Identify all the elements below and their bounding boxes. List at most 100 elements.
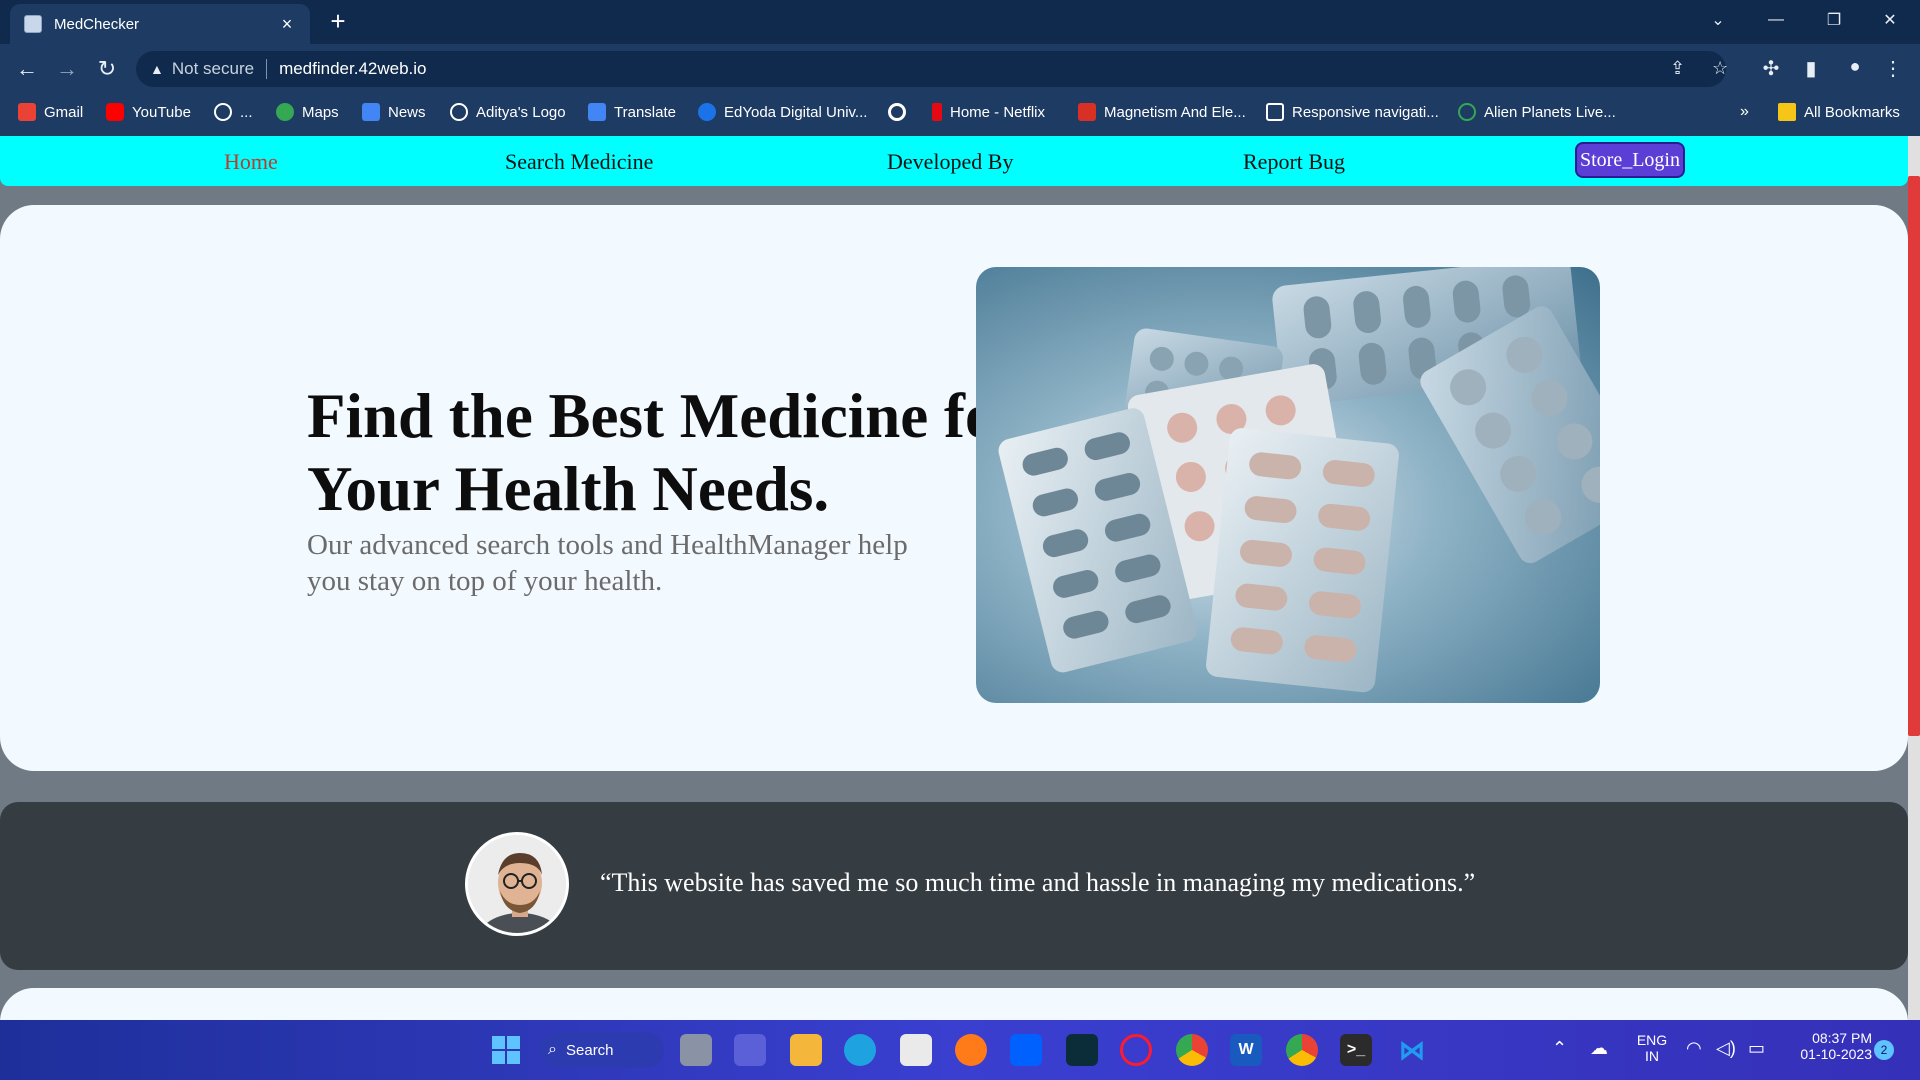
- edge-icon[interactable]: [844, 1034, 876, 1066]
- extensions-icon[interactable]: ✣: [1758, 56, 1784, 81]
- bookmarks-bar: Gmail YouTube ... Maps News Aditya's Log…: [0, 94, 1920, 136]
- battery-icon[interactable]: ▭: [1748, 1038, 1765, 1059]
- task-view-icon[interactable]: [680, 1034, 712, 1066]
- news-icon: [362, 103, 380, 121]
- bookmark-label: Magnetism And Ele...: [1104, 103, 1246, 121]
- minimize-button[interactable]: —: [1748, 0, 1804, 40]
- restore-button[interactable]: ❐: [1806, 0, 1862, 40]
- bookmark-maps[interactable]: Maps: [276, 94, 339, 130]
- file-explorer-icon[interactable]: [790, 1034, 822, 1066]
- bookmark-magnetism[interactable]: Magnetism And Ele...: [1078, 94, 1246, 130]
- teams-meet-icon[interactable]: [734, 1034, 766, 1066]
- warning-icon[interactable]: ▲: [150, 61, 164, 77]
- clock[interactable]: 08:37 PM 01-10-2023: [1782, 1030, 1872, 1062]
- chrome-profile-icon[interactable]: [1286, 1034, 1318, 1066]
- windows-start-icon[interactable]: [490, 1034, 522, 1066]
- notification-badge[interactable]: 2: [1874, 1040, 1894, 1060]
- taskbar-search[interactable]: ⌕ Search: [540, 1032, 664, 1068]
- url-text[interactable]: medfinder.42web.io: [279, 59, 426, 79]
- hero-subtitle: Our advanced search tools and HealthMana…: [307, 529, 908, 597]
- pills-illustration: [998, 267, 1600, 693]
- reload-icon[interactable]: ↻: [92, 54, 122, 84]
- tab-search-chevron-icon[interactable]: ⌄: [1690, 0, 1746, 40]
- medicine-blister-packs-image: [976, 267, 1600, 703]
- bookmark-globe[interactable]: ...: [214, 94, 253, 130]
- bookmark-star-icon[interactable]: ☆: [1712, 58, 1728, 79]
- page-scrollbar[interactable]: [1908, 136, 1920, 1020]
- terminal-icon[interactable]: >_: [1340, 1034, 1372, 1066]
- side-panel-icon[interactable]: ▮: [1798, 56, 1824, 81]
- microsoft-store-icon[interactable]: [900, 1034, 932, 1066]
- onedrive-icon[interactable]: ☁: [1590, 1038, 1608, 1059]
- word-icon[interactable]: W: [1230, 1034, 1262, 1066]
- avatar: [465, 832, 569, 936]
- bookmark-adityas-logo[interactable]: Aditya's Logo: [450, 94, 566, 130]
- omnibox-divider: [266, 59, 268, 79]
- clock-time: 08:37 PM: [1812, 1030, 1872, 1046]
- hero-section: Find the Best Medicine for Your Health N…: [0, 205, 1908, 771]
- testimonial-quote: “This website has saved me so much time …: [600, 868, 1476, 897]
- language-code: ENG: [1636, 1032, 1668, 1048]
- bookmark-alien-planets[interactable]: Alien Planets Live...: [1458, 94, 1616, 130]
- magnet-icon: [1078, 103, 1096, 121]
- folder-icon: [1778, 103, 1796, 121]
- profile-avatar-icon[interactable]: ●: [1842, 56, 1868, 77]
- opera-icon[interactable]: [1120, 1034, 1152, 1066]
- youtube-icon: [106, 103, 124, 121]
- maps-icon: [276, 103, 294, 121]
- testimonial-section: “This website has saved me so much time …: [0, 802, 1908, 970]
- tray-overflow-chevron-icon[interactable]: ⌃: [1552, 1038, 1567, 1059]
- nav-report-bug[interactable]: Report Bug: [1243, 149, 1345, 175]
- netflix-icon: [932, 103, 942, 121]
- bookmark-label: Home - Netflix: [950, 103, 1046, 121]
- close-tab-icon[interactable]: ×: [276, 14, 298, 35]
- more-bookmarks-chevron-icon[interactable]: »: [1740, 94, 1749, 130]
- clock-date: 01-10-2023: [1800, 1046, 1872, 1062]
- bookmark-google[interactable]: [888, 94, 914, 130]
- menu-kebab-icon[interactable]: ⋮: [1880, 56, 1906, 81]
- nav-search-medicine[interactable]: Search Medicine: [505, 149, 653, 175]
- bookmark-translate[interactable]: Translate: [588, 94, 676, 130]
- bookmark-label: Maps: [302, 103, 339, 121]
- bookmark-label: All Bookmarks: [1804, 103, 1900, 121]
- app-icon[interactable]: [1066, 1034, 1098, 1066]
- volume-icon[interactable]: ◁): [1716, 1038, 1736, 1059]
- bookmark-responsive-nav[interactable]: Responsive navigati...: [1266, 94, 1439, 130]
- back-arrow-icon[interactable]: ←: [12, 54, 42, 84]
- forward-arrow-icon[interactable]: →: [52, 54, 82, 84]
- bookmark-label: ...: [240, 103, 253, 121]
- chrome-icon[interactable]: [1176, 1034, 1208, 1066]
- codepen-icon: [1266, 103, 1284, 121]
- edyoda-icon: [698, 103, 716, 121]
- store-login-button[interactable]: Store_Login: [1575, 142, 1685, 178]
- share-icon[interactable]: ⇪: [1670, 58, 1685, 79]
- bookmark-netflix[interactable]: Home - Netflix: [932, 94, 1045, 130]
- bookmark-label: Translate: [614, 103, 676, 121]
- scrollbar-thumb[interactable]: [1908, 176, 1920, 736]
- language-indicator[interactable]: ENG IN: [1632, 1032, 1672, 1064]
- nav-developed-by[interactable]: Developed By: [887, 149, 1013, 175]
- tab-title: MedChecker: [54, 15, 140, 33]
- vscode-icon[interactable]: ⋈: [1396, 1034, 1428, 1066]
- bookmark-gmail[interactable]: Gmail: [18, 94, 83, 130]
- not-secure-label[interactable]: Not secure: [172, 59, 254, 79]
- bookmark-label: YouTube: [132, 103, 191, 121]
- windows-taskbar: ⌕ Search W >_ ⋈ ⌃ ☁ ENG IN ◠ ◁) ▭ 08:37 …: [0, 1020, 1920, 1080]
- nav-home[interactable]: Home: [224, 149, 278, 175]
- close-window-button[interactable]: ✕: [1862, 0, 1918, 40]
- bookmark-youtube[interactable]: YouTube: [106, 94, 191, 130]
- gmail-icon: [18, 103, 36, 121]
- user-portrait-icon: [468, 835, 566, 933]
- all-bookmarks-folder[interactable]: All Bookmarks: [1778, 94, 1900, 130]
- wifi-icon[interactable]: ◠: [1686, 1038, 1702, 1059]
- browser-tab[interactable]: MedChecker ×: [10, 4, 310, 44]
- browser-tab-strip: MedChecker × + ⌄ — ❐ ✕: [0, 0, 1920, 44]
- dropbox-icon[interactable]: [1010, 1034, 1042, 1066]
- bookmark-label: EdYoda Digital Univ...: [724, 103, 868, 121]
- new-tab-button[interactable]: +: [324, 6, 352, 36]
- bookmark-news[interactable]: News: [362, 94, 426, 130]
- firefox-icon[interactable]: [955, 1034, 987, 1066]
- address-bar[interactable]: ▲ Not secure medfinder.42web.io: [136, 51, 1726, 87]
- bookmark-label: News: [388, 103, 426, 121]
- bookmark-edyoda[interactable]: EdYoda Digital Univ...: [698, 94, 867, 130]
